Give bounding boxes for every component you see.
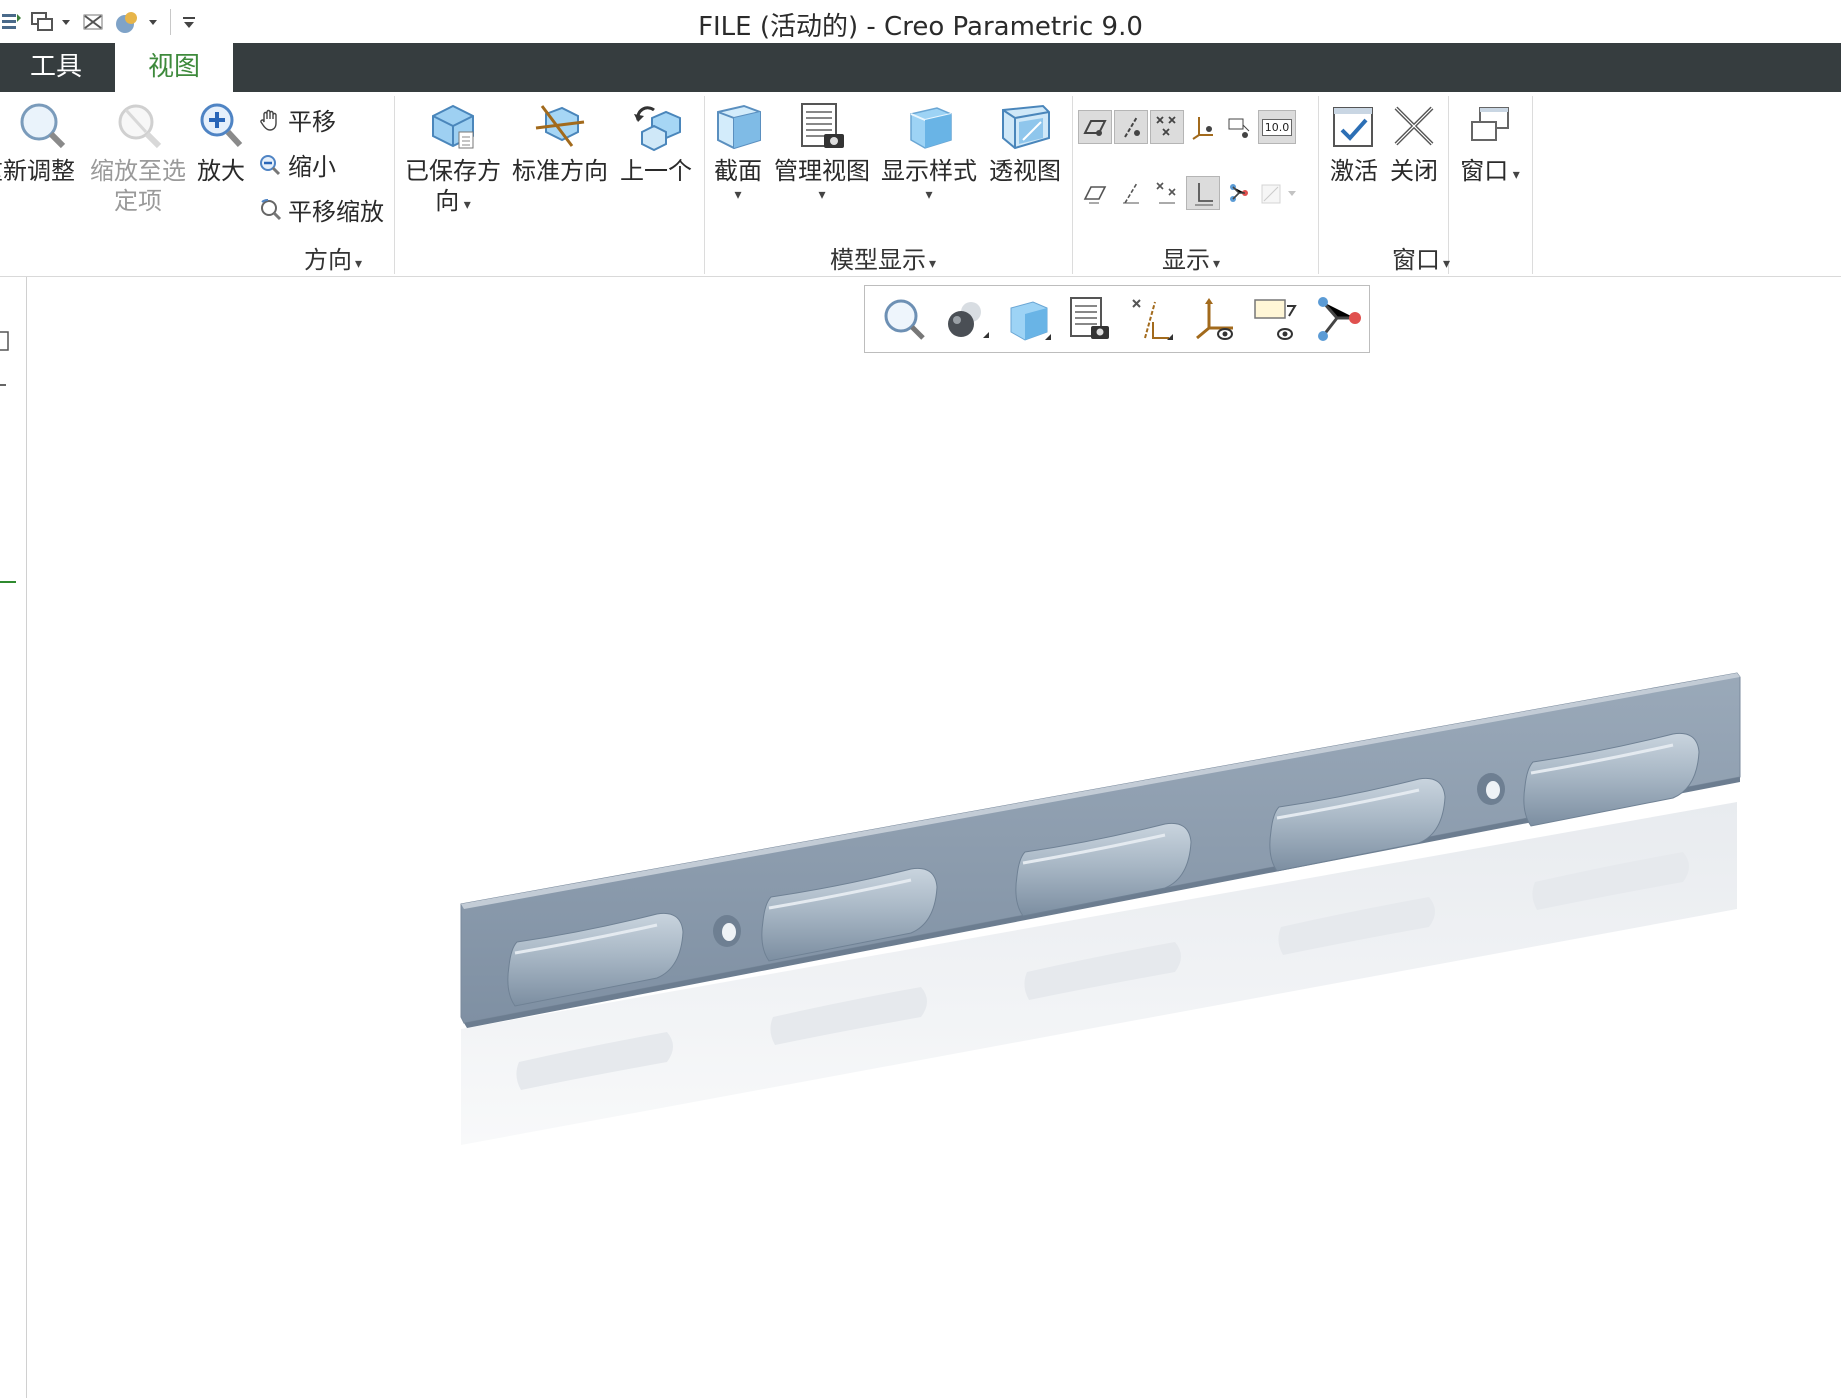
windows-button[interactable]: 窗口 ▾ [1452,96,1528,186]
dropdown-arrow-icon: ▾ [929,256,937,272]
plane-tag-icon [1083,186,1107,204]
perspective-view-icon [997,96,1053,156]
group-separator [1532,96,1533,274]
saved-orientations-button[interactable]: 已保存方 向 ▾ [404,96,502,216]
dropdown-arrow-icon: ▾ [1508,167,1520,183]
dropdown-arrow-icon: ▾ [459,197,471,213]
group-separator [394,96,395,274]
manage-views-icon [794,96,850,156]
window-title: FILE (活动的) - Creo Parametric 9.0 [698,12,1143,42]
activate-button[interactable]: 激活 [1326,96,1382,186]
standard-orientation-button[interactable]: 标准方向 [510,96,610,186]
zoom-selected-icon [110,96,166,156]
group-separator [704,96,705,274]
dropdown-arrow-icon: ▾ [1443,256,1451,272]
spin-center-icon [1230,184,1248,202]
pan-button[interactable]: 平移 [256,102,336,137]
3d-notes-dropdown[interactable] [1258,176,1302,210]
3d-notes-icon [1261,184,1296,204]
note-value: 10.0 [1261,118,1293,136]
group-separator [1072,96,1073,274]
dropdown-arrow-icon: ▾ [355,256,363,272]
refit-button[interactable]: 重新调整 [0,96,82,186]
tab-tools[interactable]: 工具 [0,43,112,92]
windows-icon [1462,96,1518,156]
dropdown-arrow-icon: ▾ [818,187,826,203]
standard-orientation-icon [532,96,588,156]
saved-orientation-icon [425,96,481,156]
csys-tag-icon [1195,183,1213,206]
spin-center-toggle[interactable] [1222,110,1256,144]
previous-view-button[interactable]: 上一个 [614,96,698,186]
refit-icon[interactable] [873,289,935,349]
csys-tag-toggle[interactable] [1186,176,1220,210]
manage-views-button[interactable]: 管理视图 ▾ [770,96,874,204]
datum-point-icon [1156,116,1176,136]
saved-views-icon[interactable] [1059,289,1121,349]
group-label-orientation[interactable]: 方向 ▾ [304,240,362,275]
plane-display-toggle[interactable] [1078,110,1112,144]
title-bar: FILE (活动的) - Creo Parametric 9.0 [0,0,1841,43]
axis-tag-icon [1123,182,1139,204]
dropdown-arrow-icon: ▾ [1213,256,1221,272]
note-value-toggle[interactable]: 10.0 [1258,110,1296,144]
activate-icon [1326,96,1382,156]
pan-hand-icon [256,106,284,134]
ribbon: 重新调整 缩放至选 定项 放大 平移 缩小 平移缩放 已保存方 向 ▾ [0,92,1841,277]
pan-zoom-button[interactable]: 平移缩放 [256,192,384,227]
zoom-in-button[interactable]: 放大 [192,96,250,186]
dropdown-arrow-icon: ▾ [925,187,933,203]
close-button[interactable]: 关闭 [1386,96,1442,186]
display-style-icon [901,96,957,156]
zoom-out-icon [256,151,284,179]
zoom-out-button[interactable]: 缩小 [256,147,336,182]
group-label-model-display[interactable]: 模型显示 ▾ [830,240,936,275]
group-label-show[interactable]: 显示 ▾ [1162,240,1220,275]
dropdown-arrow-icon: ▾ [734,187,742,203]
point-tag-toggle[interactable] [1150,176,1184,210]
pan-zoom-icon [256,196,284,224]
close-icon [1386,96,1442,156]
spin-center-display-toggle[interactable] [1222,176,1256,210]
ribbon-tab-bar: 工具 视图 [0,43,1841,92]
tab-view[interactable]: 视图 [115,43,233,92]
csys-display-toggle[interactable] [1186,110,1220,144]
annotation-icon [1228,118,1250,138]
refit-icon [13,96,69,156]
display-style-button[interactable]: 显示样式 ▾ [878,96,980,204]
3d-model-viewport[interactable] [27,277,1841,1398]
annotation-display-icon[interactable] [1245,289,1307,349]
display-style-icon[interactable] [997,289,1059,349]
datum-plane-icon [1083,120,1107,136]
coordinate-system-icon [1192,117,1213,140]
point-display-toggle[interactable] [1150,110,1184,144]
plane-tag-toggle[interactable] [1078,176,1112,210]
tree-fragment-icon [0,331,16,583]
datum-axis-icon [1124,116,1140,138]
model-tree-edge[interactable] [0,277,27,1398]
group-label-window[interactable]: 窗口 ▾ [1392,240,1450,275]
group-separator [1318,96,1319,274]
datum-display-filter-icon[interactable] [1121,289,1183,349]
graphics-toolbar [864,285,1370,353]
previous-view-icon [628,96,684,156]
zoom-to-selected-button: 缩放至选 定项 [88,96,188,216]
perspective-view-button[interactable]: 透视图 [986,96,1064,186]
axis-tag-toggle[interactable] [1114,176,1148,210]
section-button[interactable]: 截面 ▾ [710,96,766,204]
graphics-window[interactable] [27,277,1841,1398]
coordinate-system-icon[interactable] [1183,289,1245,349]
point-tag-icon [1156,182,1176,204]
zoom-in-icon [193,96,249,156]
section-icon [710,96,766,156]
zoom-in-icon[interactable] [935,289,997,349]
spin-center-icon[interactable] [1307,289,1369,349]
axis-display-toggle[interactable] [1114,110,1148,144]
